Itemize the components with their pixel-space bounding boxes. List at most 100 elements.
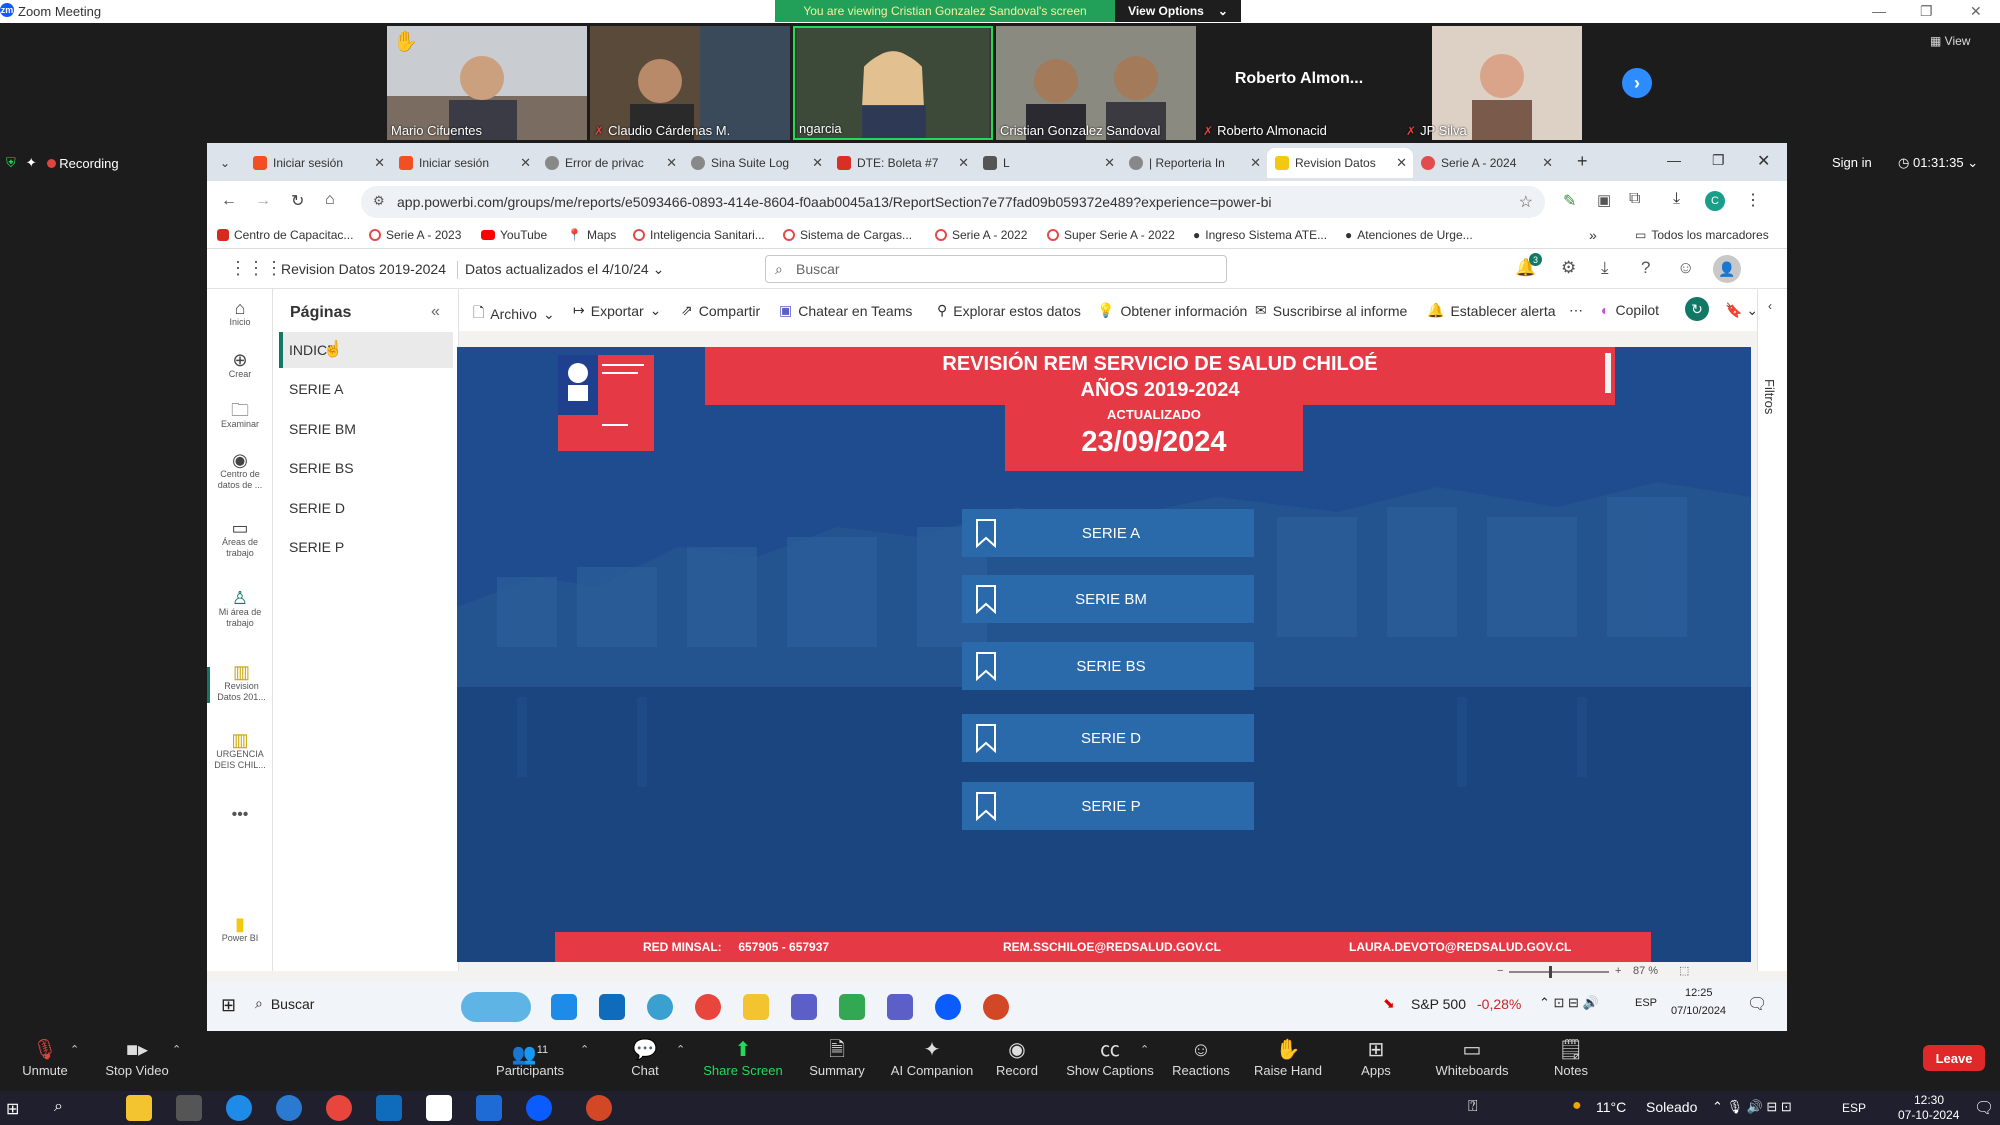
weather-condition[interactable]: Soleado	[1646, 1099, 1697, 1115]
bookmark-item[interactable]: ● Ingreso Sistema ATE...	[1193, 228, 1327, 242]
bookmark-item[interactable]: 📍 Maps	[567, 228, 616, 242]
app-icon[interactable]	[791, 994, 817, 1020]
ai-companion-button[interactable]: ✦ AI Companion	[882, 1037, 982, 1078]
zoom-slider[interactable]	[1509, 971, 1609, 973]
page-item-serie-a[interactable]: SERIE A	[279, 371, 453, 407]
browser-tab[interactable]: | Reporteria In ✕	[1121, 148, 1267, 178]
email-link-2[interactable]: LAURA.DEVOTO@REDSALUD.GOV.CL	[1349, 940, 1571, 954]
serie-a-button[interactable]: SERIE A	[962, 509, 1254, 557]
archivo-menu[interactable]: 🗋 Archivo ⌄	[473, 302, 555, 326]
browser-tab[interactable]: Error de privac ✕	[537, 148, 683, 178]
scrollbar[interactable]	[1605, 353, 1611, 393]
bookmark-icon[interactable]: 🔖 ⌄	[1725, 302, 1758, 319]
bookmark-item[interactable]: Sistema de Cargas...	[783, 228, 912, 242]
app-icon[interactable]	[839, 994, 865, 1020]
page-item-serie-d[interactable]: SERIE D	[279, 490, 453, 526]
video-tile[interactable]: ✗ JP Silva	[1402, 26, 1602, 140]
tab-search-icon[interactable]: ⌄	[215, 153, 235, 173]
file-explorer-icon[interactable]	[743, 994, 769, 1020]
file-explorer-icon[interactable]	[126, 1095, 152, 1121]
compartir-button[interactable]: ⇗ Compartir	[681, 302, 760, 319]
close-tab-icon[interactable]: ✕	[1104, 155, 1115, 171]
apps-button[interactable]: ⊞ Apps	[1331, 1037, 1421, 1078]
calendar-icon[interactable]	[476, 1095, 502, 1121]
app-icon[interactable]	[176, 1095, 202, 1121]
nav-report-urgencia[interactable]: ▥ URGENCIA DEIS CHIL...	[207, 731, 273, 771]
set-alert-button[interactable]: 🔔 Establecer alerta	[1427, 302, 1556, 319]
page-item-indice[interactable]: INDICE	[279, 332, 453, 368]
internet-explorer-icon[interactable]	[226, 1095, 252, 1121]
sign-in-link[interactable]: Sign in	[1832, 155, 1872, 170]
video-tile-active-speaker[interactable]: ngarcia	[793, 26, 993, 140]
serie-bm-button[interactable]: SERIE BM	[962, 575, 1254, 623]
restore-icon[interactable]: ❐	[1712, 152, 1725, 169]
close-icon[interactable]: ✕	[1757, 151, 1770, 171]
participants-chevron-icon[interactable]: ⌃	[580, 1043, 589, 1056]
powerpoint-icon[interactable]	[983, 994, 1009, 1020]
minimize-icon[interactable]: —	[1872, 3, 1886, 19]
close-tab-icon[interactable]: ✕	[1250, 155, 1261, 171]
serie-d-button[interactable]: SERIE D	[962, 714, 1254, 762]
account-avatar-icon[interactable]: 👤	[1713, 255, 1741, 283]
nav-more[interactable]: •••	[207, 807, 273, 823]
video-tile-no-video[interactable]: Roberto Almon... ✗ Roberto Almonacid	[1199, 26, 1399, 140]
powerpoint-icon[interactable]	[586, 1095, 612, 1121]
puzzle-icon[interactable]: ⧉	[1629, 190, 1640, 208]
video-tile[interactable]: ✗ Claudio Cárdenas M.	[590, 26, 790, 140]
leave-button[interactable]: Leave	[1923, 1045, 1985, 1071]
chrome-icon[interactable]	[695, 994, 721, 1020]
explore-data-button[interactable]: ⚲ Explorar estos datos	[937, 302, 1081, 319]
bookmark-item[interactable]: Serie A - 2022	[935, 228, 1027, 242]
reload-icon[interactable]: ↻	[291, 191, 304, 211]
extension-pen-icon[interactable]: ✎	[1563, 191, 1576, 211]
forward-icon[interactable]: →	[255, 192, 271, 210]
view-options-button[interactable]: View Options ⌄	[1115, 0, 1241, 22]
menu-dots-icon[interactable]: ⋮	[1745, 190, 1761, 210]
video-tile[interactable]: ✋ Mario Cifuentes	[387, 26, 587, 140]
more-options-icon[interactable]: ⋯	[1569, 302, 1583, 319]
audio-options-chevron-icon[interactable]: ⌃	[70, 1043, 79, 1056]
record-button[interactable]: ◉ Record	[972, 1037, 1062, 1078]
zoom-icon[interactable]	[935, 994, 961, 1020]
video-options-chevron-icon[interactable]: ⌃	[172, 1043, 181, 1056]
browser-tab-active[interactable]: Revision Datos ✕	[1267, 148, 1413, 178]
bookmark-item[interactable]: Inteligencia Sanitari...	[633, 228, 765, 242]
close-tab-icon[interactable]: ✕	[1396, 155, 1407, 171]
nav-create[interactable]: ⊕ Crear	[207, 351, 273, 380]
zoom-icon[interactable]	[526, 1095, 552, 1121]
collapse-pane-icon[interactable]: «	[431, 303, 440, 321]
summary-button[interactable]: 🗎 Summary	[792, 1037, 882, 1078]
download-icon[interactable]: ⤓	[1601, 258, 1609, 278]
expand-chevron-icon[interactable]: ‹	[1768, 299, 1772, 313]
zoom-slider-thumb[interactable]	[1549, 966, 1552, 978]
taskbar-search[interactable]: ⌕ Buscar	[255, 995, 314, 1012]
notifications-icon[interactable]: 🗨	[1747, 994, 1767, 1014]
close-icon[interactable]: ✕	[1970, 3, 1982, 20]
profile-avatar-icon[interactable]: C	[1705, 191, 1725, 211]
site-info-icon[interactable]: ⚙	[373, 193, 385, 209]
serie-p-button[interactable]: SERIE P	[962, 782, 1254, 830]
teams-icon[interactable]	[887, 994, 913, 1020]
close-tab-icon[interactable]: ✕	[374, 155, 385, 171]
notifications-icon[interactable]: 🗨	[1974, 1098, 1994, 1118]
new-tab-icon[interactable]: +	[1577, 151, 1588, 172]
close-tab-icon[interactable]: ✕	[666, 155, 677, 171]
download-icon[interactable]: ⤓	[1673, 190, 1680, 208]
minimize-icon[interactable]: —	[1667, 152, 1681, 168]
page-item-serie-p[interactable]: SERIE P	[279, 529, 453, 565]
input-language[interactable]: ESP	[1842, 1101, 1866, 1115]
nav-report-revision[interactable]: ▥ Revision Datos 201...	[207, 663, 273, 703]
settings-gear-icon[interactable]: ⚙	[1561, 258, 1576, 278]
tray-icons[interactable]: ⌃ ⊡ ⊟ 🔊	[1539, 995, 1599, 1011]
home-icon[interactable]: ⌂	[325, 191, 335, 209]
stop-video-button[interactable]: ■▸ Stop Video	[92, 1037, 182, 1078]
whiteboards-button[interactable]: ▭ Whiteboards	[1424, 1037, 1520, 1078]
browser-tab[interactable]: Serie A - 2024 ✕	[1413, 148, 1559, 178]
all-bookmarks[interactable]: ▭ Todos los marcadores	[1635, 228, 1769, 242]
teams-chat-button[interactable]: ▣ Chatear en Teams	[779, 302, 912, 319]
nav-my-workspace[interactable]: ♙ Mi área de trabajo	[207, 589, 273, 629]
restore-icon[interactable]: ❐	[1920, 3, 1933, 20]
app-launcher-icon[interactable]: ⋮⋮⋮	[229, 258, 283, 279]
subscribe-button[interactable]: ✉ Suscribirse al informe	[1255, 302, 1407, 319]
next-page-button[interactable]: ›	[1622, 68, 1652, 98]
